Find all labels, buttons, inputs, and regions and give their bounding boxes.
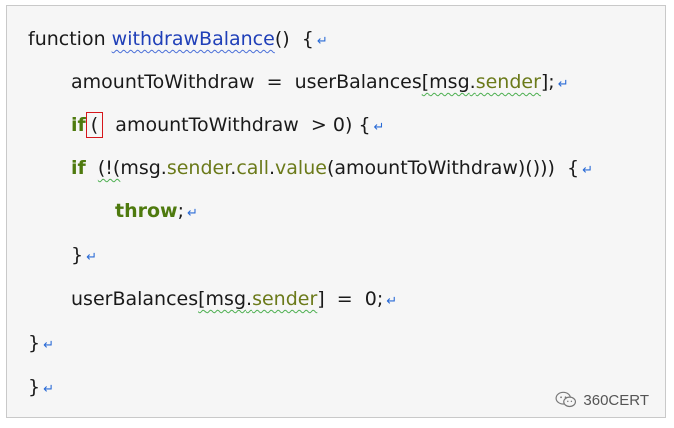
watermark-text: 360CERT [583,391,649,409]
close-bracket: ] [317,288,325,310]
paragraph-mark-icon: ↵ [43,338,54,353]
open-brace: { [301,28,314,50]
keyword-if: if [71,157,86,179]
paragraph-mark-icon: ↵ [316,34,328,49]
negation-open: (!( [97,157,121,179]
open-brace: { [567,157,580,179]
call: call [236,157,269,179]
code-line-7: userBalances[msg.sender] = 0; ↵ [71,284,397,314]
condition-var: amountToWithdraw [115,114,299,136]
code-line-9: } ↵ [28,372,54,402]
paragraph-mark-icon: ↵ [557,77,569,92]
zero-value: 0; [364,288,384,310]
params: () [274,28,290,50]
msg: msg [120,157,161,179]
code-line-2: amountToWithdraw = userBalances[msg.send… [71,67,569,97]
paragraph-mark-icon: ↵ [582,163,594,178]
close-brace: } [28,332,41,354]
keyword-throw: throw [115,200,178,222]
code-line-3: if( amountToWithdraw > 0) {↵ [71,110,384,140]
call-args: (amountToWithdraw)())) [326,157,555,179]
index-expr: [msg.sender [421,71,541,93]
code-line-1: function withdrawBalance() {↵ [28,24,328,54]
paragraph-mark-icon: ↵ [43,382,54,397]
zero-close: 0) [332,114,353,136]
paragraph-mark-icon: ↵ [86,250,97,265]
close-bracket: ]; [540,71,555,93]
close-brace: } [71,244,84,266]
index-expr: [msg.sender [198,288,318,310]
watermark: 360CERT [555,391,649,409]
value: value [275,157,327,179]
code-figure: function withdrawBalance() {↵ amountToWi… [6,5,666,418]
paragraph-mark-icon: ↵ [187,206,198,221]
assign-op: = [266,71,283,93]
paragraph-mark-icon: ↵ [373,120,385,135]
gt-op: > [310,114,327,136]
paragraph-mark-icon: ↵ [386,294,398,309]
wechat-icon [555,391,577,408]
code-line-4: if (!(msg.sender.call.value(amountToWith… [71,157,594,179]
code-line-6: } ↵ [71,240,97,270]
code-line-8: } ↵ [28,328,54,358]
open-brace: { [358,114,371,136]
object-name: userBalances [294,71,422,93]
keyword-function: function [28,28,106,50]
assign-op: = [336,288,353,310]
code-line-5: throw; ↵ [115,196,198,226]
variable: amountToWithdraw [71,71,255,93]
close-brace: } [28,376,41,398]
sender: sender [166,157,231,179]
highlighted-paren: ( [85,112,104,138]
keyword-if: if [71,114,86,136]
object-name: userBalances [71,288,199,310]
semicolon: ; [177,200,184,222]
function-name: withdrawBalance [111,28,275,50]
